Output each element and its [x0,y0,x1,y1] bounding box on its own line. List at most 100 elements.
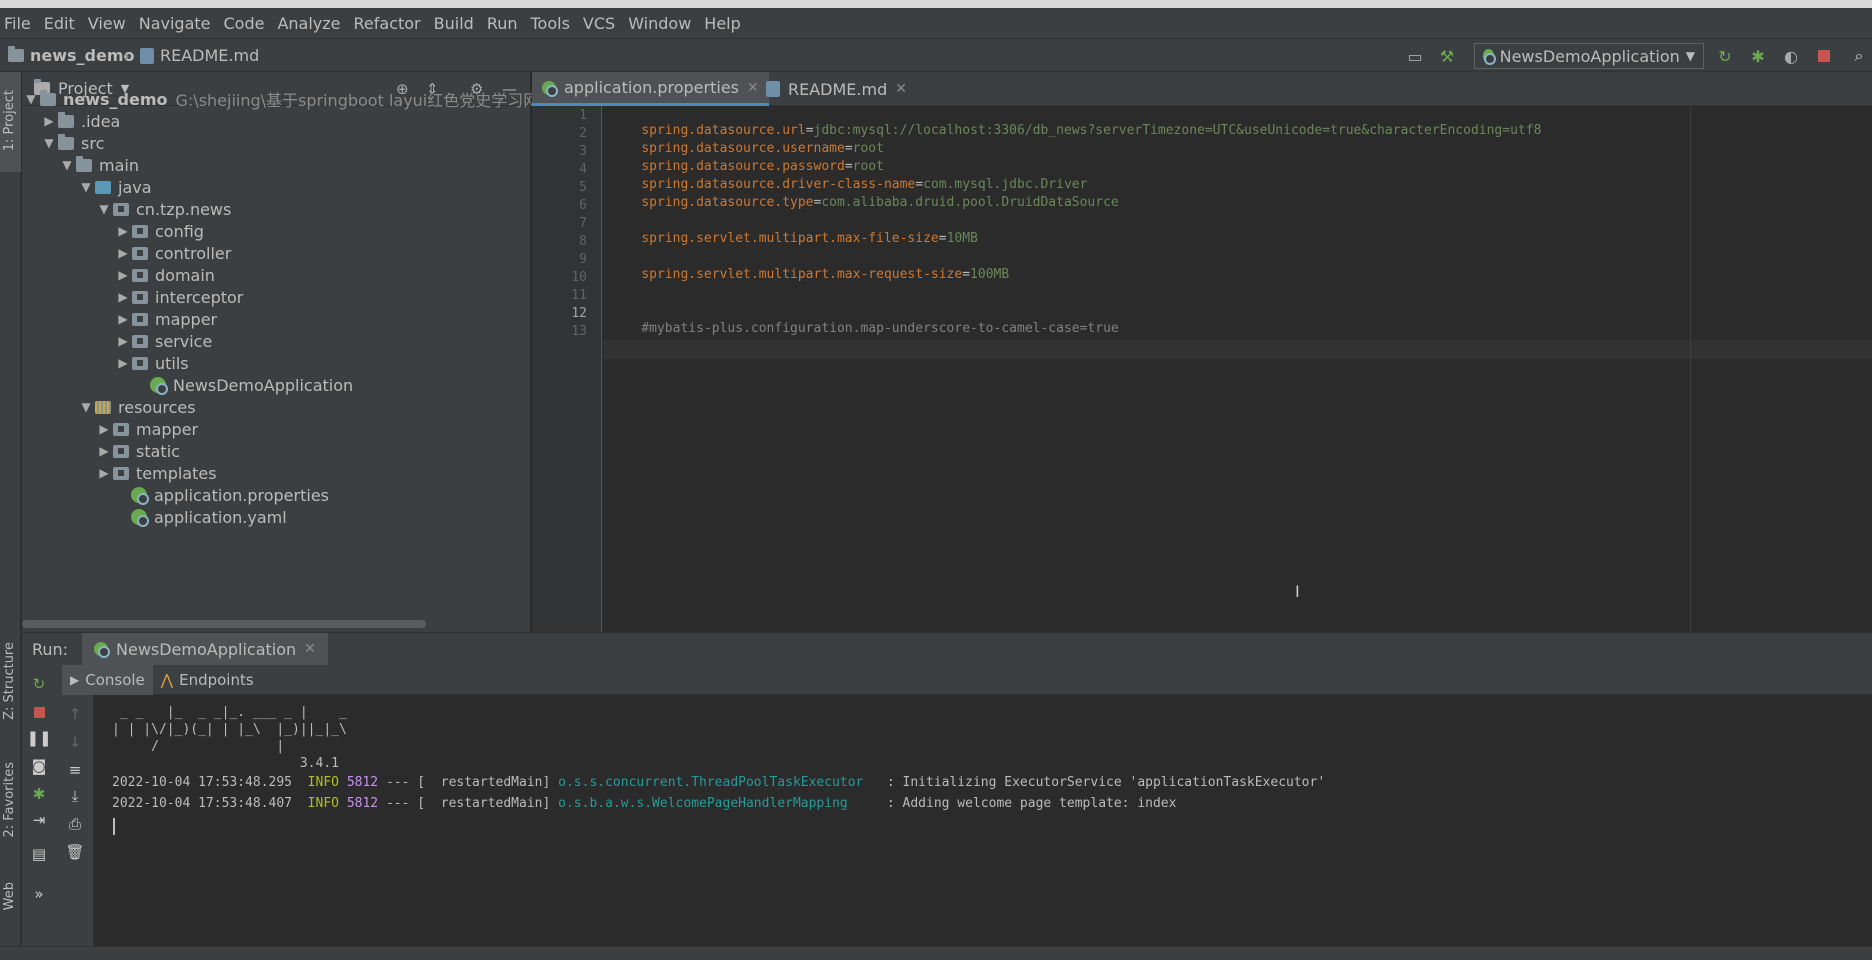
line-number: 9 [579,252,587,267]
breadcrumb-separator-icon: › [124,47,130,65]
folder-icon [113,422,129,436]
run-window-icon[interactable]: ▭ [1406,47,1424,66]
line-number: 2 [579,126,587,141]
menu-help[interactable]: Help [704,14,740,33]
structure-tool-button[interactable]: Z: Structure [2,642,17,720]
code-line[interactable]: spring.servlet.multipart.max-request-siz… [610,252,1009,297]
folder-icon [8,46,24,62]
line-number: 11 [571,288,587,303]
layout-icon[interactable]: ▤ [30,845,48,863]
pause-icon[interactable]: ❚❚ [26,729,51,747]
menu-navigate[interactable]: Navigate [139,14,211,33]
module-folder-icon [40,89,56,106]
line-number: 7 [579,216,587,231]
soft-wrap-icon[interactable]: ≡ [66,761,84,779]
tree-item[interactable]: ▶ mapper [95,418,198,440]
properties-file-icon [131,487,149,505]
menu-view[interactable]: View [88,14,126,33]
tree-item[interactable]: ▶ static [95,440,180,462]
project-tool-button[interactable]: 1: Project [2,90,17,151]
camera-icon[interactable]: ◙ [30,757,48,775]
print-icon[interactable]: ⎙ [66,815,84,833]
menu-vcs[interactable]: VCS [583,14,615,33]
properties-file-icon [542,80,558,97]
close-icon[interactable]: ✕ [304,641,316,657]
favorites-tool-button[interactable]: 2: Favorites [2,762,17,838]
coverage-icon[interactable]: ◐ [1782,47,1800,66]
debug-bug-icon[interactable]: ✱ [30,785,48,803]
menu-refactor[interactable]: Refactor [354,14,421,33]
spring-boot-icon [1483,49,1496,65]
tree-item[interactable]: ▶ templates [95,462,216,484]
run-configuration-select[interactable]: NewsDemoApplication ▼ [1474,43,1704,69]
tree-item[interactable]: ▼ java [77,176,151,198]
code-line[interactable]: #mybatis-plus.configuration.map-undersco… [610,306,1118,351]
web-tool-button[interactable]: Web [2,882,17,910]
tree-item[interactable]: NewsDemoApplication [132,374,353,396]
down-arrow-icon[interactable]: ↓ [66,733,84,751]
rerun-icon[interactable]: ↻ [30,675,48,693]
exit-icon[interactable]: ⇥ [30,811,48,829]
expanded-arrow-icon: ▼ [44,136,54,150]
expanded-arrow-icon: ▼ [99,202,109,216]
line-number: 8 [579,234,587,249]
scroll-to-end-icon[interactable]: ⤓ [66,787,84,805]
tree-item[interactable]: ▶ service [114,330,212,352]
collapsed-arrow-icon: ▶ [118,334,128,348]
expanded-arrow-icon: ▼ [26,92,36,106]
trash-icon[interactable]: 🗑 [65,843,84,861]
console-output[interactable]: _ _ |_ _ _|_. ___ _ | _ | | |\/|_)(_| | … [96,705,1872,947]
tree-item[interactable]: ▶ config [114,220,204,242]
package-icon [132,246,148,260]
search-icon[interactable]: ⌕ [1850,46,1868,65]
tab-endpoints[interactable]: ⋀ Endpoints [153,665,262,695]
more-icon[interactable]: » [30,885,48,903]
tree-item[interactable]: ▶ mapper [114,308,217,330]
breadcrumb-file[interactable]: README.md [140,46,259,65]
debug-bug-icon[interactable]: ✱ [1749,47,1767,66]
collapsed-arrow-icon: ▶ [99,466,109,480]
tab-console[interactable]: ▶ Console [62,664,153,695]
tree-item[interactable]: ▼ src [40,132,104,154]
menu-analyze[interactable]: Analyze [277,14,340,33]
menu-build[interactable]: Build [434,14,474,33]
expanded-arrow-icon: ▼ [62,158,72,172]
tree-root-news-demo[interactable]: ▼ news_demo G:\shejiing\基于springboot lay… [22,88,567,110]
collapsed-arrow-icon: ▶ [118,224,128,238]
menu-code[interactable]: Code [224,14,265,33]
collapsed-arrow-icon: ▶ [44,114,54,128]
breadcrumb-project[interactable]: news_demo [8,46,135,65]
run-tool-window: Run: NewsDemoApplication ✕ ↻ ❚❚ ◙ ✱ ⇥ ▤ … [22,632,1872,947]
menu-window[interactable]: Window [628,14,691,33]
project-horizontal-scrollbar[interactable] [22,620,426,628]
stop-icon[interactable] [30,703,48,721]
tree-item[interactable]: ▶ interceptor [114,286,243,308]
tree-item[interactable]: ▶ .idea [40,110,120,132]
tree-item[interactable]: ▼ cn.tzp.news [95,198,231,220]
tree-item[interactable]: application.properties [113,484,329,506]
console-icon: ▶ [70,672,80,687]
menu-file[interactable]: File [4,14,31,33]
build-hammer-icon[interactable]: ⚒ [1438,47,1456,66]
run-subtabs: ▶ Console ⋀ Endpoints [62,664,1872,695]
tree-item[interactable]: ▶ utils [114,352,188,374]
tree-item[interactable]: ▼ resources [77,396,195,418]
editor-area: application.properties ✕ README.md ✕ 1 2… [532,72,1872,632]
up-arrow-icon[interactable]: ↑ [66,705,84,723]
status-bar [0,946,1872,960]
tree-item[interactable]: ▶ domain [114,264,215,286]
run-tab-news-demo[interactable]: NewsDemoApplication ✕ [82,633,328,665]
left-tool-strip: 1: Project Z: Structure 2: Favorites Web [0,72,21,960]
tree-item[interactable]: ▼ main [58,154,139,176]
tree-item[interactable]: ▶ controller [114,242,231,264]
tree-item[interactable]: application.yaml [113,506,287,528]
tab-readme[interactable]: README.md ✕ [756,72,917,106]
menu-tools[interactable]: Tools [531,14,570,33]
tab-application-properties[interactable]: application.properties ✕ [532,72,769,106]
stop-icon[interactable] [1815,47,1833,65]
close-icon[interactable]: ✕ [895,81,907,97]
rerun-icon[interactable]: ↻ [1716,47,1734,66]
menu-edit[interactable]: Edit [44,14,75,33]
menu-run[interactable]: Run [487,14,518,33]
line-number: 10 [571,270,587,285]
